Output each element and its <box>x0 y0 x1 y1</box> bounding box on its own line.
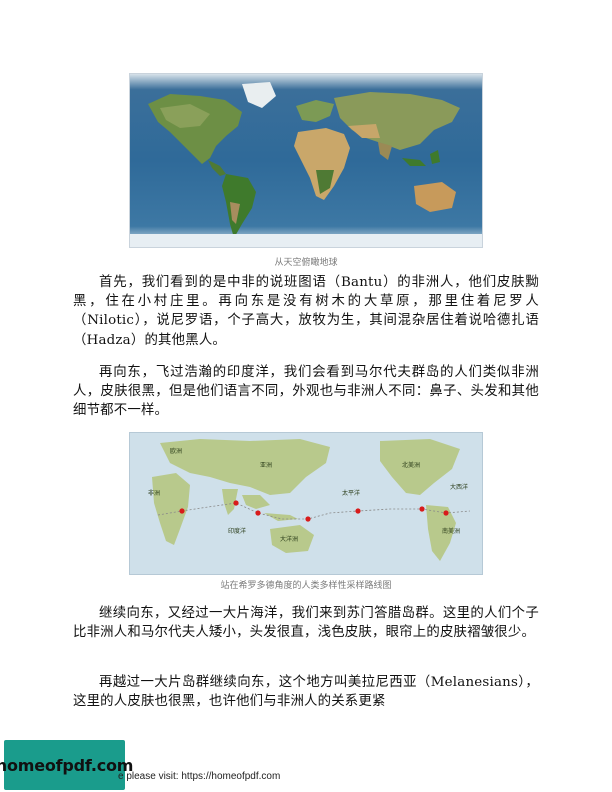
paragraph: 首先，我们看到的是中非的说班图语（Bantu）的非洲人，他们皮肤黝黑，住在小村庄… <box>73 275 539 348</box>
map-label-indian-ocean: 印度洋 <box>228 527 246 535</box>
map-label-europe: 欧洲 <box>170 447 182 455</box>
map-label-south-america: 南美洲 <box>442 527 460 535</box>
site-logo[interactable]: homeofpdf.com <box>0 740 133 790</box>
footer: homeofpdf.com e please visit: https://ho… <box>0 738 612 792</box>
figure-caption: 站在希罗多德角度的人类多样性采样路线图 <box>220 581 392 591</box>
map-label-pacific: 太平洋 <box>342 489 360 497</box>
map-label-asia: 亚洲 <box>260 462 272 469</box>
document-page: 从天空俯瞰地球 首先，我们看到的是中非的说班图语（Bantu）的非洲人，他们皮肤… <box>0 0 612 792</box>
map-label-atlantic: 大西洋 <box>450 483 468 491</box>
paragraph: 再向东，飞过浩瀚的印度洋，我们会看到马尔代夫群岛的人们类似非洲人，皮肤很黑，但是… <box>73 365 539 419</box>
logo-text: homeofpdf.com <box>0 755 134 775</box>
paragraph: 再越过一大片岛群继续向东，这个地方叫美拉尼西亚（Melanesians），这里的… <box>73 675 539 710</box>
footer-link-text[interactable]: e please visit: https://homeofpdf.com <box>118 771 280 782</box>
map-label-oceania: 大洋洲 <box>280 535 298 543</box>
map-label-africa: 非洲 <box>148 489 160 497</box>
map-label-north-america: 北美洲 <box>402 461 420 469</box>
world-satellite-image <box>129 73 483 248</box>
route-map-image: 欧洲 亚洲 北美洲 非洲 太平洋 大西洋 印度洋 大洋洲 南美洲 <box>129 432 483 575</box>
figure-caption: 从天空俯瞰地球 <box>274 258 338 268</box>
paragraph: 继续向东，又经过一大片海洋，我们来到苏门答腊岛群。这里的人们个子比非洲人和马尔代… <box>73 606 539 641</box>
